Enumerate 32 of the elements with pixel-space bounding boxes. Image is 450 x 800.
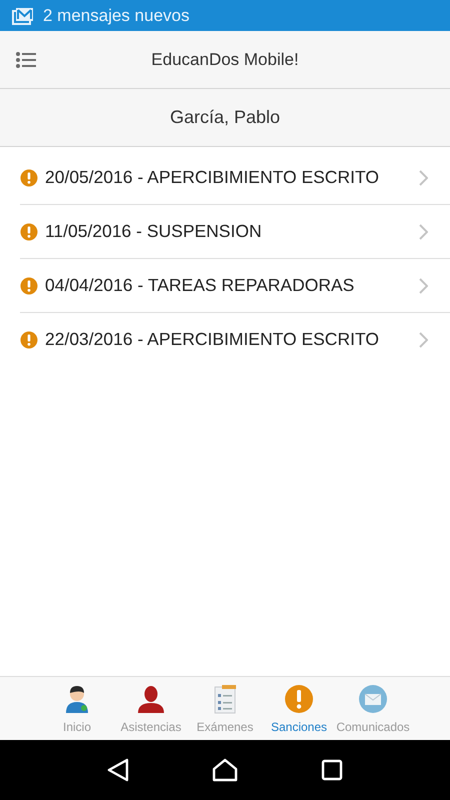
tab[interactable]: Sanciones — [262, 677, 336, 740]
sanction-item[interactable]: 11/05/2016 - SUSPENSION — [20, 205, 450, 259]
warning-icon — [20, 222, 38, 240]
sanction-item[interactable]: 04/04/2016 - TAREAS REPARADORAS — [20, 259, 450, 313]
notification-text: 2 mensajes nuevos — [43, 6, 190, 26]
sanction-item[interactable]: 20/05/2016 - APERCIBIMIENTO ESCRITO — [20, 151, 450, 205]
home-icon[interactable] — [212, 758, 238, 782]
app-title: EducanDos Mobile! — [151, 50, 299, 70]
sanction-item[interactable]: 22/03/2016 - APERCIBIMIENTO ESCRITO — [20, 313, 450, 366]
menu-icon[interactable] — [15, 50, 37, 68]
warning-icon — [20, 168, 38, 186]
tab[interactable]: Asistencias — [114, 677, 188, 740]
chevron-icon — [419, 224, 428, 240]
chevron-icon — [419, 278, 428, 294]
recent-apps-icon[interactable] — [321, 759, 344, 781]
warning-icon — [20, 330, 38, 348]
student-name: García, Pablo — [170, 107, 280, 128]
warning-icon — [284, 684, 314, 714]
back-icon[interactable] — [106, 758, 129, 782]
sanction-text: 22/03/2016 - APERCIBIMIENTO ESCRITO — [45, 329, 380, 350]
sanction-text: 20/05/2016 - APERCIBIMIENTO ESCRITO — [45, 167, 380, 188]
tab[interactable]: Comunicados — [336, 677, 410, 740]
person-icon — [136, 684, 166, 714]
tab[interactable]: Exámenes — [188, 677, 262, 740]
chevron-icon — [419, 332, 428, 348]
mail-icon — [12, 6, 34, 24]
chevron-icon — [419, 170, 428, 186]
warning-icon — [20, 276, 38, 294]
sanction-text: 04/04/2016 - TAREAS REPARADORAS — [45, 275, 356, 296]
tab[interactable]: Inicio — [40, 677, 114, 740]
envelope-icon — [358, 684, 388, 714]
sanction-text: 11/05/2016 - SUSPENSION — [45, 221, 263, 242]
